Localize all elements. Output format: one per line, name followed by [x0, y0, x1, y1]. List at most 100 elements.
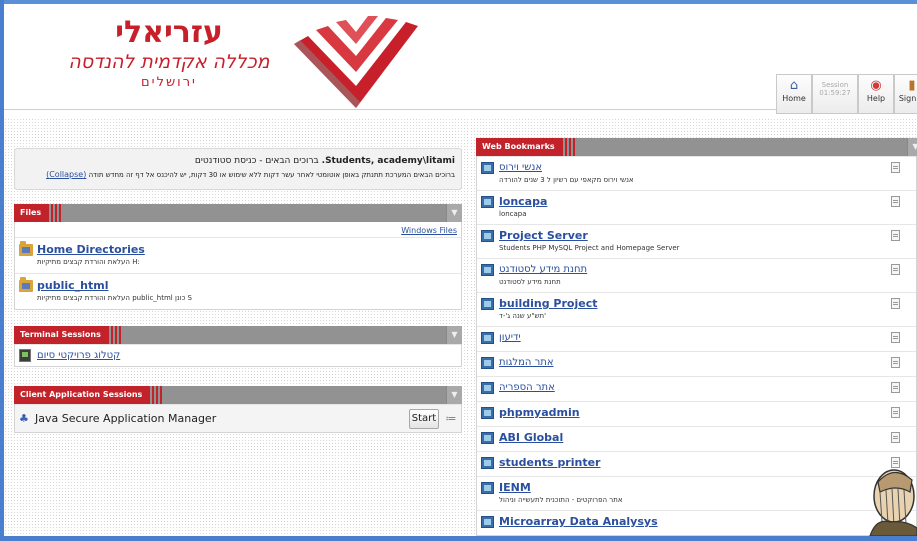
start-button[interactable]: Start	[409, 408, 439, 429]
bookmark-title[interactable]: תחנת מידע לסטודנט	[499, 263, 886, 277]
folder-icon	[19, 241, 33, 256]
terminal-panel-header: Terminal Sessions ▼	[14, 326, 462, 344]
home-button[interactable]: ⌂ Home	[776, 74, 812, 114]
client-apps-panel-body: ♣ Java Secure Application Manager Start …	[14, 404, 462, 433]
bookmark-icon	[481, 407, 494, 419]
bookmark-edit-icon[interactable]	[891, 264, 900, 275]
bookmark-title[interactable]: phpmyadmin	[499, 406, 886, 420]
welcome-box: Students, academy\litami. ברוכים הבאים -…	[14, 148, 462, 190]
files-panel-header: Files ▼	[14, 204, 462, 222]
bookmark-edit-icon[interactable]	[891, 432, 900, 443]
file-item-title[interactable]: public_html	[37, 279, 457, 293]
file-item-title[interactable]: Home Directories	[37, 243, 457, 257]
bookmark-title[interactable]: ידיעון	[499, 331, 886, 345]
client-app-label: Java Secure Application Manager	[35, 412, 217, 425]
bookmark-item[interactable]: אנשי וירוס אנשי וירוס מקאפי עם רשיון ל 3 …	[477, 156, 916, 190]
terminal-item[interactable]: קטלוג פרויקטי סיום	[15, 344, 461, 366]
sign-out-label: Sign O	[898, 94, 917, 103]
bookmark-title[interactable]: Microarray Data Analysys	[499, 515, 886, 529]
bookmark-edit-icon[interactable]	[891, 332, 900, 343]
bookmarks-panel-header: Web Bookmarks ▼	[476, 138, 917, 156]
session-label: Session	[821, 81, 849, 89]
bookmark-item[interactable]: building Project תש"ע שנה ג'-ד'	[477, 292, 916, 326]
client-apps-panel-title: Client Application Sessions	[14, 386, 163, 404]
top-toolbar: ⌂ Home Session 01:59:27 ◉ Help ▮ Sign O	[776, 74, 917, 114]
bookmark-edit-icon[interactable]	[891, 407, 900, 418]
terminal-sessions-panel: Terminal Sessions ▼ קטלוג פרויקטי סיום	[14, 326, 462, 367]
sign-out-button[interactable]: ▮ Sign O	[894, 74, 917, 114]
bookmark-title[interactable]: אתר הספריה	[499, 381, 886, 395]
sign-out-icon: ▮	[908, 78, 916, 93]
bookmark-description: אנשי וירוס מקאפי עם רשיון ל 3 שנים להורד…	[499, 176, 634, 184]
bookmark-item[interactable]: phpmyadmin	[477, 401, 916, 426]
bookmark-description: Students PHP MySQL Project and Homepage …	[499, 244, 680, 252]
bookmarks-list: אנשי וירוס אנשי וירוס מקאפי עם רשיון ל 3 …	[476, 156, 917, 536]
bookmark-title[interactable]: students printer	[499, 456, 886, 470]
bookmark-title[interactable]: Project Server	[499, 229, 886, 243]
bookmark-icon	[481, 357, 494, 369]
bookmark-item[interactable]: אתר הספריה	[477, 376, 916, 401]
welcome-user: Students, academy\litami.	[321, 156, 455, 166]
bookmark-icon	[481, 162, 494, 174]
home-icon: ⌂	[789, 78, 799, 93]
bookmark-edit-icon[interactable]	[891, 196, 900, 207]
bookmark-item[interactable]: אתר המלגות	[477, 351, 916, 376]
bookmark-edit-icon[interactable]	[891, 230, 900, 241]
app-options-icon[interactable]: ≔	[445, 412, 457, 425]
bookmarks-collapse-toggle[interactable]: ▼	[907, 138, 917, 156]
bookmark-icon	[481, 230, 494, 242]
logo-subtitle: מכללה אקדמית להנדסה	[68, 51, 270, 73]
files-collapse-toggle[interactable]: ▼	[446, 204, 462, 222]
client-apps-panel-header: Client Application Sessions ▼	[14, 386, 462, 404]
bookmark-item[interactable]: תחנת מידע לסטודנט תחנת מידע לסטודנט	[477, 258, 916, 292]
bookmark-item[interactable]: ABI Global	[477, 426, 916, 451]
client-apps-collapse-toggle[interactable]: ▼	[446, 386, 462, 404]
bookmark-icon	[481, 332, 494, 344]
bookmark-edit-icon[interactable]	[891, 382, 900, 393]
windows-files-link[interactable]: Windows Files	[401, 226, 457, 235]
welcome-greeting: Students, academy\litami. ברוכים הבאים -…	[21, 154, 455, 168]
home-label: Home	[782, 94, 806, 103]
file-item-public-html[interactable]: public_html העלאת והורדת קבצים מתיקיות p…	[15, 273, 461, 309]
terminal-icon	[19, 349, 31, 362]
student-caricature-image	[869, 469, 917, 536]
file-item-description: העלאת והורדת קבצים מתיקיות public_html כ…	[37, 294, 192, 302]
folder-icon	[19, 277, 33, 292]
terminal-item-label[interactable]: קטלוג פרויקטי סיום	[37, 350, 120, 361]
bookmark-icon	[481, 457, 494, 469]
terminal-panel-title: Terminal Sessions	[14, 326, 121, 344]
bookmark-title[interactable]: ABI Global	[499, 431, 886, 445]
welcome-prefix: ברוכים הבאים - כניסת סטודנטים	[194, 156, 319, 166]
bookmark-icon	[481, 264, 494, 276]
client-app-sessions-panel: Client Application Sessions ▼ ♣ Java Sec…	[14, 386, 462, 433]
bookmark-edit-icon[interactable]	[891, 298, 900, 309]
files-panel: Files ▼ Windows Files Home Directories ה…	[14, 204, 462, 310]
bookmark-title[interactable]: IENM	[499, 481, 886, 495]
bookmark-title[interactable]: loncapa	[499, 195, 886, 209]
file-item-home-directories[interactable]: Home Directories העלאת והורדת קבצים מתיק…	[15, 237, 461, 273]
terminal-panel-body: קטלוג פרויקטי סיום	[14, 344, 462, 367]
welcome-notice: ברוכים הבאים המערכת תתנתק באופן אוטומטי …	[21, 168, 455, 182]
bookmark-description: אתר הפרוקטים - התוכנית לתעשייה וניהול	[499, 496, 623, 504]
bookmark-icon	[481, 382, 494, 394]
collapse-link[interactable]: (Collapse)	[46, 170, 86, 179]
bookmark-icon	[481, 482, 494, 494]
bookmark-title[interactable]: אתר המלגות	[499, 356, 886, 370]
bookmark-item[interactable]: IENM אתר הפרוקטים - התוכנית לתעשייה וניהו…	[477, 476, 916, 510]
bookmark-item[interactable]: loncapa loncapa	[477, 190, 916, 224]
help-button[interactable]: ◉ Help	[858, 74, 894, 114]
bookmark-title[interactable]: building Project	[499, 297, 886, 311]
file-item-description: העלאת והורדת קבצים מתיקיות H:	[37, 258, 140, 266]
web-bookmarks-panel: Web Bookmarks ▼ אנשי וירוס אנשי וירוס מקא…	[476, 138, 917, 536]
bookmark-item[interactable]: Project Server Students PHP MySQL Project…	[477, 224, 916, 258]
bookmark-edit-icon[interactable]	[891, 162, 900, 173]
logo-city: ירושלים	[141, 75, 197, 90]
terminal-collapse-toggle[interactable]: ▼	[446, 326, 462, 344]
bookmark-item[interactable]: students printer	[477, 451, 916, 476]
bookmark-title[interactable]: אנשי וירוס	[499, 161, 886, 175]
bookmark-edit-icon[interactable]	[891, 357, 900, 368]
bookmark-item[interactable]: ידיעון	[477, 326, 916, 351]
college-logo-text: עזריאלי מכללה אקדמית להנדסה ירושלים	[44, 16, 294, 92]
bookmark-item[interactable]: Microarray Data Analysys	[477, 510, 916, 535]
files-panel-title: Files	[14, 204, 62, 222]
